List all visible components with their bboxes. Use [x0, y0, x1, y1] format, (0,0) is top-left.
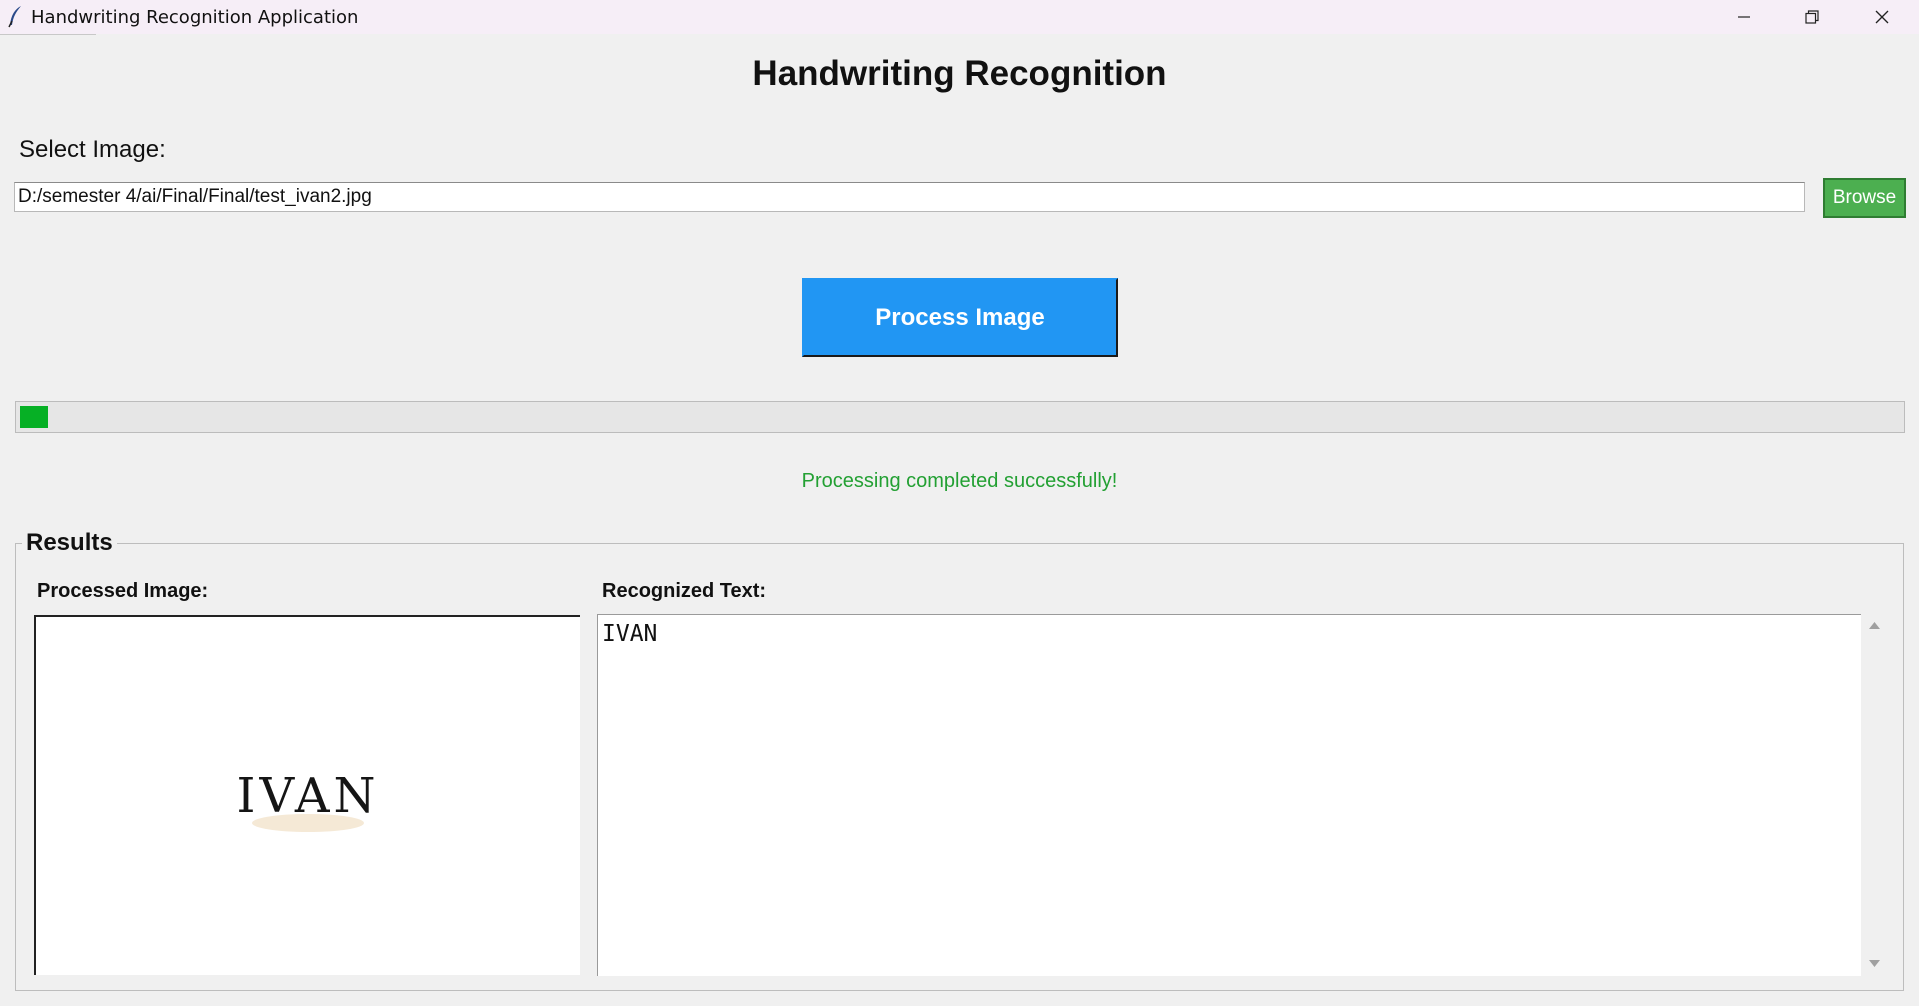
- titlebar-divider: [0, 34, 96, 35]
- scroll-up-icon[interactable]: [1868, 620, 1881, 630]
- minimize-icon: [1738, 16, 1750, 18]
- feather-icon: [8, 6, 21, 28]
- handwritten-word: IVAN: [236, 768, 379, 824]
- scroll-down-icon[interactable]: [1868, 959, 1881, 969]
- handwriting-preview: IVAN: [236, 768, 379, 832]
- recognized-text-area[interactable]: IVAN: [597, 614, 1861, 976]
- progress-bar: [15, 401, 1905, 433]
- processed-image-label: Processed Image:: [37, 580, 209, 602]
- page-title: Handwriting Recognition: [752, 54, 1167, 93]
- text-scrollbar[interactable]: [1862, 614, 1887, 976]
- minimize-button[interactable]: [1710, 0, 1778, 34]
- window-titlebar: Handwriting Recognition Application: [0, 0, 1919, 34]
- status-message: Processing completed successfully!: [801, 470, 1118, 492]
- restore-button[interactable]: [1778, 0, 1846, 34]
- select-image-label: Select Image:: [19, 136, 166, 163]
- restore-icon: [1805, 10, 1819, 24]
- processed-image: IVAN: [34, 615, 580, 975]
- image-path-input[interactable]: [14, 182, 1805, 212]
- close-button[interactable]: [1848, 0, 1916, 34]
- progress-fill: [20, 406, 48, 428]
- window-title: Handwriting Recognition Application: [31, 7, 359, 28]
- results-title: Results: [22, 529, 117, 557]
- browse-button[interactable]: Browse: [1823, 178, 1906, 218]
- recognized-text-label: Recognized Text:: [602, 580, 767, 602]
- process-image-button[interactable]: Process Image: [802, 278, 1118, 357]
- close-icon: [1875, 10, 1889, 24]
